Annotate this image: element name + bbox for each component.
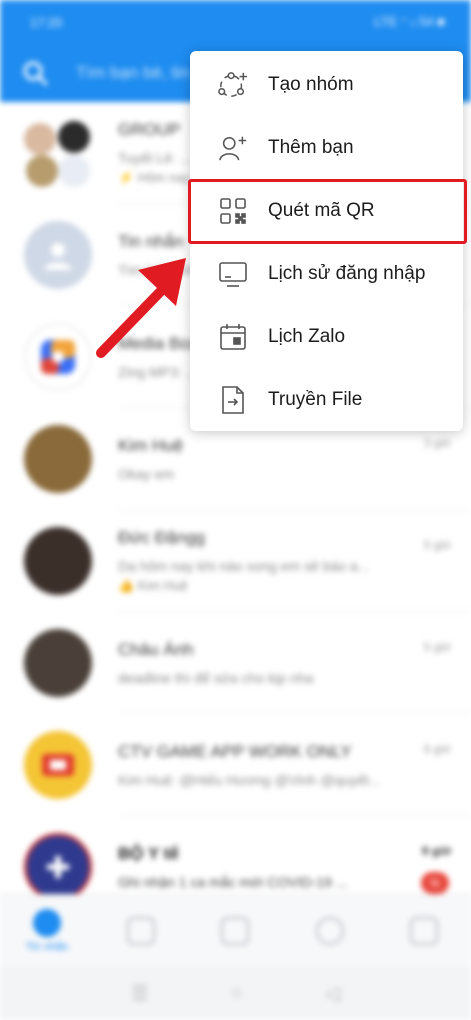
system-nav-bar: ☰ ○ ◁ [0, 966, 471, 1020]
status-time: 17:20 [30, 14, 63, 30]
status-bar: 17:20 LTE ⁺ ᵢₗ 54 ■ [0, 0, 471, 44]
zalo-screen: 17:20 LTE ⁺ ᵢₗ 54 ■ Tìm bạn bè, tin nhắn… [0, 0, 471, 1020]
media-box-logo-icon [41, 340, 75, 374]
bottom-nav: Tin nhắn [0, 894, 471, 966]
discover-icon [221, 916, 250, 945]
chat-preview: Kim Huệ: @Hiếu Hương @Vinh @quyết... [118, 772, 381, 788]
grid-icon [409, 916, 438, 945]
chat-name: Châu Ánh [118, 640, 194, 659]
chat-row[interactable]: Châu Ánh deadline thì để sửa cho kịp nha… [0, 612, 471, 714]
avatar [24, 323, 92, 391]
chat-preview: Ghi nhận 1 ca mắc mới COVID-19 ... [118, 874, 348, 890]
game-logo-icon [42, 754, 74, 776]
health-logo-icon [47, 856, 69, 878]
menu-item-create-group[interactable]: Tạo nhóm [190, 53, 463, 116]
menu-item-label: Lịch Zalo [268, 325, 346, 347]
contacts-icon [127, 916, 156, 945]
back-icon[interactable]: ◁ [325, 981, 340, 1006]
chat-name: Kim Huệ [118, 436, 184, 455]
avatar [24, 833, 92, 901]
group-avatar [24, 119, 92, 187]
menu-item-zalo-calendar[interactable]: Lịch Zalo [190, 305, 463, 368]
clock-icon [315, 916, 344, 945]
avatar [24, 731, 92, 799]
nav-timeline[interactable] [300, 916, 360, 945]
chat-name: Đức Đặngg [118, 528, 205, 547]
calendar-icon [218, 322, 248, 352]
avatar [24, 221, 92, 289]
menu-item-label: Thêm bạn [268, 136, 354, 158]
chat-time: 6 giờ [423, 742, 451, 756]
chat-preview: Okay em [118, 466, 175, 482]
chat-time: 3 giờ [423, 436, 451, 450]
login-history-icon [218, 259, 248, 289]
add-friend-icon [218, 133, 248, 163]
nav-contacts[interactable] [111, 916, 171, 945]
chat-time: 9 giờ [421, 844, 451, 858]
avatar [24, 629, 92, 697]
status-indicators: LTE ⁺ ᵢₗ 54 ■ [374, 14, 445, 29]
nav-discover[interactable] [205, 916, 265, 945]
menu-item-add-friend[interactable]: Thêm bạn [190, 116, 463, 179]
create-group-icon [218, 70, 248, 100]
chat-preview: deadline thì để sửa cho kịp nha [118, 670, 314, 686]
unread-badge: N [421, 872, 449, 894]
chat-row[interactable]: CTV GAME APP WORK ONLY Kim Huệ: @Hiếu Hư… [0, 714, 471, 816]
menu-item-label: Truyền File [268, 388, 363, 410]
recent-apps-icon[interactable]: ☰ [131, 981, 149, 1006]
chat-sub: 👍 Kim Huệ [118, 578, 188, 593]
highlight-box [188, 179, 467, 244]
chat-row[interactable]: Đức Đặngg Dạ hôm nay khi nào xong em sẽ … [0, 510, 471, 612]
menu-item-login-history[interactable]: Lịch sử đăng nhập [190, 242, 463, 305]
avatar [24, 425, 92, 493]
chat-bubble-icon [33, 908, 62, 937]
home-icon[interactable]: ○ [231, 982, 243, 1005]
chat-time: 5 giờ [423, 538, 451, 552]
chat-name: BỘ Y tế [118, 844, 179, 863]
search-icon[interactable] [22, 60, 48, 86]
menu-item-file-transfer[interactable]: Truyền File [190, 368, 463, 431]
menu-item-label: Tạo nhóm [268, 73, 354, 95]
person-placeholder-icon [44, 243, 72, 270]
nav-more[interactable] [394, 916, 454, 945]
chat-name: CTV GAME APP WORK ONLY [118, 742, 352, 761]
nav-messages-label: Tin nhắn [25, 940, 69, 953]
menu-item-label: Lịch sử đăng nhập [268, 262, 426, 284]
nav-messages[interactable]: Tin nhắn [17, 908, 77, 953]
file-transfer-icon [218, 385, 248, 415]
chat-preview: Dạ hôm nay khi nào xong em sẽ báo a... [118, 558, 370, 574]
avatar [24, 527, 92, 595]
chat-time: 5 giờ [423, 640, 451, 654]
